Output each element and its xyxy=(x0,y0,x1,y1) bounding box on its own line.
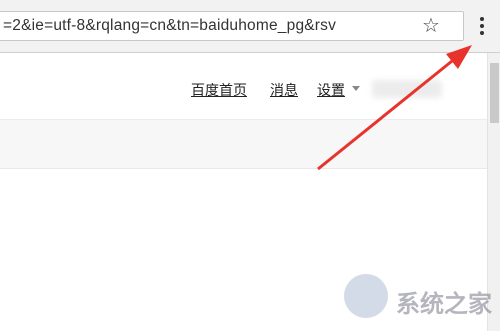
nav-messages-link[interactable]: 消息 xyxy=(270,80,298,100)
browser-toolbar: =2&ie=utf-8&rqlang=cn&tn=baiduhome_pg&rs… xyxy=(0,0,500,53)
nav-settings-link[interactable]: 设置 xyxy=(317,80,345,100)
menu-dot xyxy=(480,24,484,28)
scrollbar-thumb[interactable] xyxy=(490,63,499,123)
chevron-down-icon[interactable] xyxy=(352,86,360,91)
header-strip xyxy=(0,119,500,169)
menu-dot xyxy=(480,31,484,35)
menu-dot xyxy=(480,17,484,21)
watermark-text: 系统之家 xyxy=(396,291,492,318)
address-bar[interactable]: =2&ie=utf-8&rqlang=cn&tn=baiduhome_pg&rs… xyxy=(0,11,464,41)
star-icon[interactable]: ☆ xyxy=(422,15,440,37)
nav-home-link[interactable]: 百度首页 xyxy=(191,80,247,100)
browser-menu-button[interactable] xyxy=(471,13,493,39)
address-bar-url[interactable]: =2&ie=utf-8&rqlang=cn&tn=baiduhome_pg&rs… xyxy=(3,17,415,35)
watermark-emblem xyxy=(344,274,388,318)
watermark-logo: 系统之家 xyxy=(344,268,494,324)
blurred-user-area xyxy=(372,80,442,98)
